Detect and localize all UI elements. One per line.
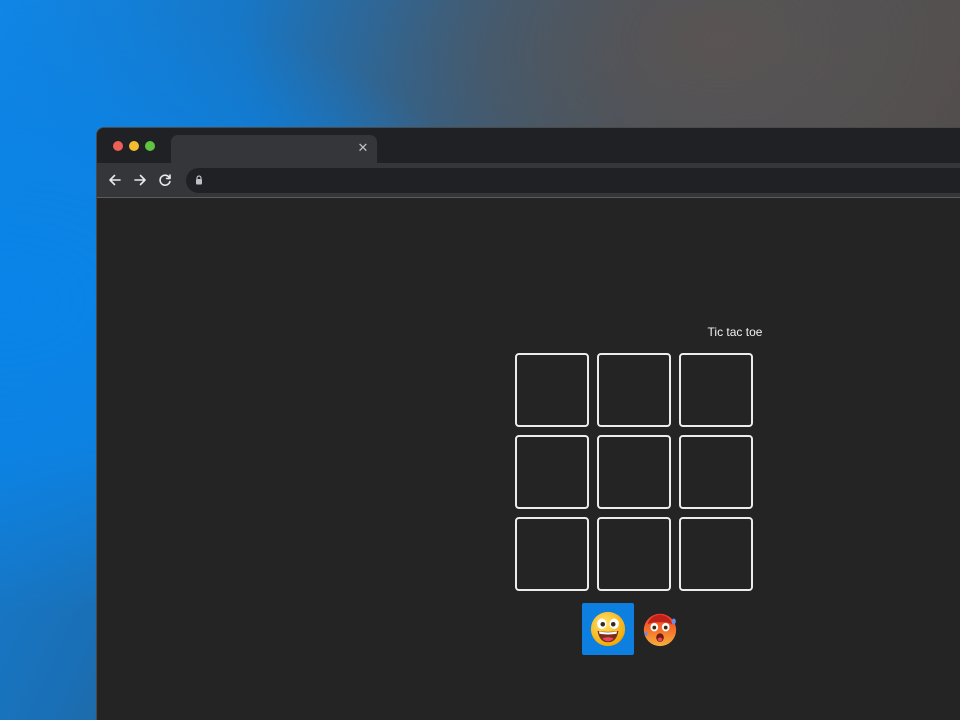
lock-icon <box>195 175 203 185</box>
close-window-button[interactable] <box>113 141 123 151</box>
board-cell-8[interactable] <box>597 517 671 591</box>
browser-tab[interactable]: ✕ <box>171 135 377 163</box>
board-cell-4[interactable] <box>515 435 589 509</box>
player-1-button[interactable] <box>582 603 634 655</box>
title-bar: ✕ <box>97 128 960 163</box>
grinning-face-emoji-icon <box>589 610 627 648</box>
browser-toolbar <box>97 163 960 198</box>
game-board <box>515 353 755 593</box>
board-cell-5[interactable] <box>597 435 671 509</box>
page-content: Tic tac toe <box>97 199 960 720</box>
board-cell-7[interactable] <box>515 517 589 591</box>
board-cell-2[interactable] <box>597 353 671 427</box>
hot-face-emoji-icon <box>641 610 679 648</box>
board-cell-9[interactable] <box>679 517 753 591</box>
arrow-left-icon[interactable] <box>105 170 125 190</box>
address-bar[interactable] <box>186 168 960 193</box>
maximize-window-button[interactable] <box>145 141 155 151</box>
game-title: Tic tac toe <box>707 325 763 339</box>
minimize-window-button[interactable] <box>129 141 139 151</box>
browser-window: ✕ Tic tac toe <box>96 127 960 720</box>
player-2-button[interactable] <box>634 603 686 655</box>
board-cell-3[interactable] <box>679 353 753 427</box>
board-cell-1[interactable] <box>515 353 589 427</box>
board-cell-6[interactable] <box>679 435 753 509</box>
close-icon[interactable]: ✕ <box>355 140 371 156</box>
reload-icon[interactable] <box>155 170 175 190</box>
arrow-right-icon[interactable] <box>130 170 150 190</box>
